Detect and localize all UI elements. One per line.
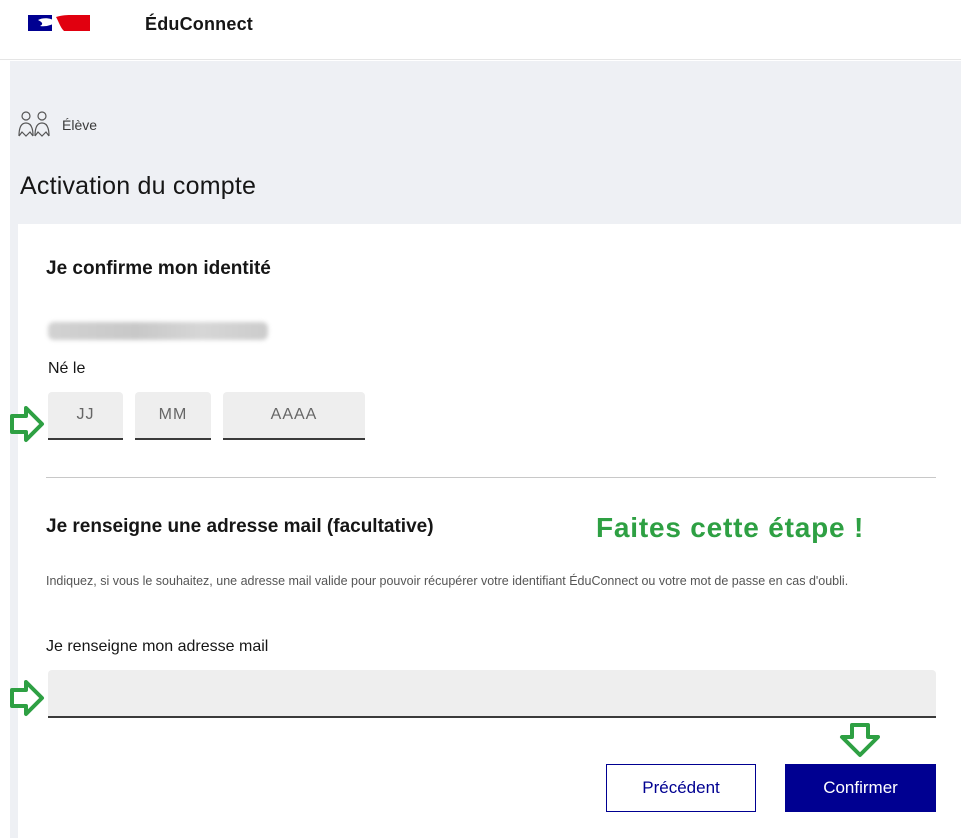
birth-year-field[interactable]: AAAA xyxy=(223,392,365,440)
email-help-text: Indiquez, si vous le souhaitez, une adre… xyxy=(46,574,849,588)
birth-date-label: Né le xyxy=(48,360,86,377)
email-input-label: Je renseigne mon adresse mail xyxy=(46,638,269,655)
role-indicator: Élève xyxy=(18,108,97,142)
arrow-right-icon xyxy=(10,406,44,442)
role-label: Élève xyxy=(62,117,98,133)
birth-month-field[interactable]: MM xyxy=(135,392,211,440)
section-divider xyxy=(46,477,936,478)
email-input[interactable] xyxy=(48,670,936,718)
confirm-button[interactable]: Confirmer xyxy=(785,764,936,812)
step-callout: Faites cette étape ! xyxy=(596,512,865,543)
page-title: Activation du compte xyxy=(20,172,257,200)
marianne-flag-logo[interactable] xyxy=(24,12,94,34)
student-name-blurred xyxy=(48,322,268,340)
arrow-down-icon xyxy=(840,723,880,757)
arrow-right-icon xyxy=(10,680,44,716)
previous-button[interactable]: Précédent xyxy=(606,764,756,812)
identity-section-title: Je confirme mon identité xyxy=(46,258,271,279)
students-icon xyxy=(18,111,50,137)
email-section-title: Je renseigne une adresse mail (facultati… xyxy=(46,516,434,537)
top-header: ÉduConnect xyxy=(0,0,961,60)
birth-day-field[interactable]: JJ xyxy=(48,392,123,440)
activation-form-card: Je confirme mon identité Né le JJ MM AAA… xyxy=(18,224,961,838)
app-title: ÉduConnect xyxy=(145,14,253,34)
